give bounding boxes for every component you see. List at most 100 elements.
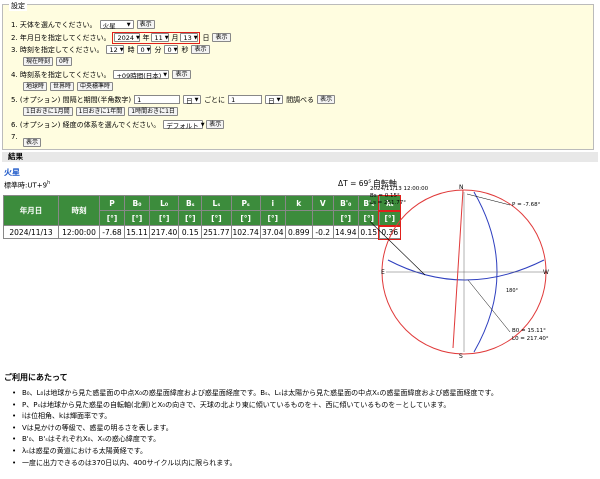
list-item: iは位相角、kは輝面率です。 — [12, 411, 498, 423]
unit-i: [°] — [259, 210, 286, 226]
table-row: 2024/11/13 12:00:00 -7.68 15.11 217.40 0… — [3, 224, 402, 240]
settings-panel: 設定 1. 天体を選んでください。 火星 ▼ 表示 2. 年月日を指定してください… — [2, 1, 594, 150]
west-label: W — [543, 269, 549, 276]
date-label: 2. 年月日を指定してください。 — [11, 33, 111, 42]
show-button-3[interactable]: 表示 — [191, 45, 210, 54]
row-longitude: 6. (オプション) 経度の体系を選んでください。 デフォルト ▼ 表示 — [11, 119, 225, 130]
col-time: 時刻 — [58, 195, 100, 226]
year-select[interactable]: 2024 ▼ — [114, 33, 141, 42]
final-label: 7. — [11, 132, 18, 141]
col-ls: Lₛ — [201, 195, 232, 211]
notes-title: ご利用にあたって — [4, 373, 68, 382]
interval-unit-select[interactable]: 日 ▼ — [183, 95, 202, 105]
zero-hour-button[interactable]: 0時 — [56, 57, 72, 66]
hourly-day-button[interactable]: 1時間おきに1日 — [128, 107, 178, 116]
result-header: 結果 — [2, 152, 598, 162]
list-item: P、Pₛは地球から見た惑星の自転軸(北側)とX₀の向きで、天球の北より東に傾いて… — [12, 400, 498, 412]
day-select[interactable]: 13 ▼ — [180, 33, 199, 42]
universal-time-button[interactable]: 世界時 — [50, 82, 75, 91]
unit-ps: [°] — [230, 210, 261, 226]
cell-time: 12:00:00 — [58, 225, 100, 239]
diagram-info: 2024/11/13 12:00:00 Bs = 0.15° Ls = 251.… — [370, 186, 428, 207]
diagram-ls: Ls = 251.77° — [370, 200, 407, 206]
col-i: i — [259, 195, 286, 211]
day-unit: 日 — [202, 33, 210, 42]
show-button-4[interactable]: 表示 — [172, 70, 191, 79]
unit-k — [284, 210, 313, 226]
show-button-7[interactable]: 表示 — [23, 137, 42, 147]
south-label: S — [459, 353, 463, 360]
col-k: k — [284, 195, 313, 211]
show-button-1[interactable]: 表示 — [136, 20, 155, 29]
month-select[interactable]: 11 ▼ — [151, 33, 170, 42]
longitude-label: 6. (オプション) 経度の体系を選んでください。 — [11, 120, 161, 129]
terrestrial-time-button[interactable]: 地球時 — [23, 82, 48, 91]
planet-select[interactable]: 火星 ▼ — [99, 20, 134, 30]
minute-select[interactable]: 0 ▼ — [137, 45, 152, 54]
unit-bs: [°] — [178, 210, 203, 226]
date-highlight: 2024 ▼ 年 11 ▼ 月 13 ▼ — [112, 31, 201, 44]
second-select[interactable]: 0 ▼ — [164, 45, 179, 54]
cell-bs: 0.15 — [178, 225, 203, 239]
cell-b0p: 14.94 — [332, 225, 359, 239]
chevron-down-icon: ▼ — [136, 34, 140, 41]
month-unit: 月 — [171, 33, 179, 42]
interval-input[interactable]: 1 — [134, 95, 181, 104]
daily-month-button[interactable]: 1日おきに1月間 — [23, 107, 73, 116]
period-input[interactable]: 1 — [228, 95, 263, 104]
cell-date: 2024/11/13 — [3, 225, 59, 239]
result-planet: 火星 — [4, 168, 20, 177]
row-date: 2. 年月日を指定してください。 2024 ▼ 年 11 ▼ 月 13 ▼ 日 表示 — [11, 31, 231, 44]
row-time-buttons: 現在時刻 0時 — [23, 56, 72, 67]
period-unit-select[interactable]: 日 ▼ — [265, 95, 284, 105]
north-label: N — [459, 184, 464, 191]
list-item: B'₀、B'ₛはそれぞれX₀、Xₛの惑心緯度です。 — [12, 434, 498, 446]
chevron-down-icon: ▼ — [194, 96, 199, 103]
show-button-6[interactable]: 表示 — [206, 120, 225, 129]
period-tail-text: 間調べる — [286, 95, 315, 104]
data-table: 年月日 時刻 P B₀ L₀ Bₛ Lₛ Pₛ i k V B'₀ B'ₛ λₛ… — [3, 194, 402, 240]
cell-p: -7.68 — [99, 225, 125, 239]
col-bs: Bₛ — [178, 195, 203, 211]
interval-mid-text: ごとに — [204, 95, 226, 104]
timezone-label: 4. 時刻系を指定してください。 — [11, 70, 111, 79]
unit-ls: [°] — [201, 210, 232, 226]
time-label: 3. 時刻を指定してください。 — [11, 45, 104, 54]
b0-leader-line — [467, 279, 511, 333]
show-button-2[interactable]: 表示 — [212, 33, 231, 42]
row-final: 7. — [11, 131, 18, 142]
unit-b0: [°] — [124, 210, 150, 226]
row-timezone: 4. 時刻系を指定してください。 +09時間(日本) ▼ 表示 — [11, 69, 191, 80]
chevron-down-icon: ▼ — [126, 21, 131, 28]
longitude-select[interactable]: デフォルト ▼ — [163, 120, 205, 130]
daily-year-button[interactable]: 1日おきに1年間 — [75, 107, 126, 116]
unit-b0p: [°] — [332, 210, 359, 226]
cell-ls: 251.77 — [201, 225, 232, 239]
row-final-button: 表示 — [23, 131, 42, 147]
hour-unit: 時 — [127, 45, 135, 54]
chevron-down-icon: ▼ — [276, 96, 281, 103]
p-label: P = -7.68° — [512, 202, 541, 208]
meridian-label: 180° — [506, 288, 519, 294]
diagram-bs: Bs = 0.15° — [370, 193, 400, 199]
cell-v: -0.2 — [311, 225, 334, 239]
standard-time: 標準時:UT+9h — [4, 180, 51, 190]
rotation-axis — [452, 189, 464, 349]
hour-select[interactable]: 12 ▼ — [106, 45, 125, 54]
second-unit: 秒 — [181, 45, 189, 54]
now-button[interactable]: 現在時刻 — [23, 57, 54, 66]
row-planet: 1. 天体を選んでください。 火星 ▼ 表示 — [11, 19, 155, 30]
row-interval-buttons: 1日おきに1月間 1日おきに1年間 1時間おきに1日 — [23, 106, 178, 117]
show-button-5[interactable]: 表示 — [317, 95, 336, 104]
unit-v — [311, 210, 334, 226]
col-b0p: B'₀ — [332, 195, 359, 211]
col-l0: L₀ — [148, 195, 180, 211]
row-timezone-buttons: 地球時 世界時 中央標準時 — [23, 81, 114, 92]
sun-direction-line — [370, 221, 426, 276]
timezone-select[interactable]: +09時間(日本) ▼ — [113, 70, 170, 80]
unit-p: [°] — [99, 210, 125, 226]
cell-ps: 102.74 — [230, 225, 261, 239]
l0-label: L0 = 217.40° — [512, 336, 549, 342]
central-standard-time-button[interactable]: 中央標準時 — [77, 82, 114, 91]
list-item: 一度に出力できるのは370日以内、400サイクル以内に限られます。 — [12, 458, 498, 470]
